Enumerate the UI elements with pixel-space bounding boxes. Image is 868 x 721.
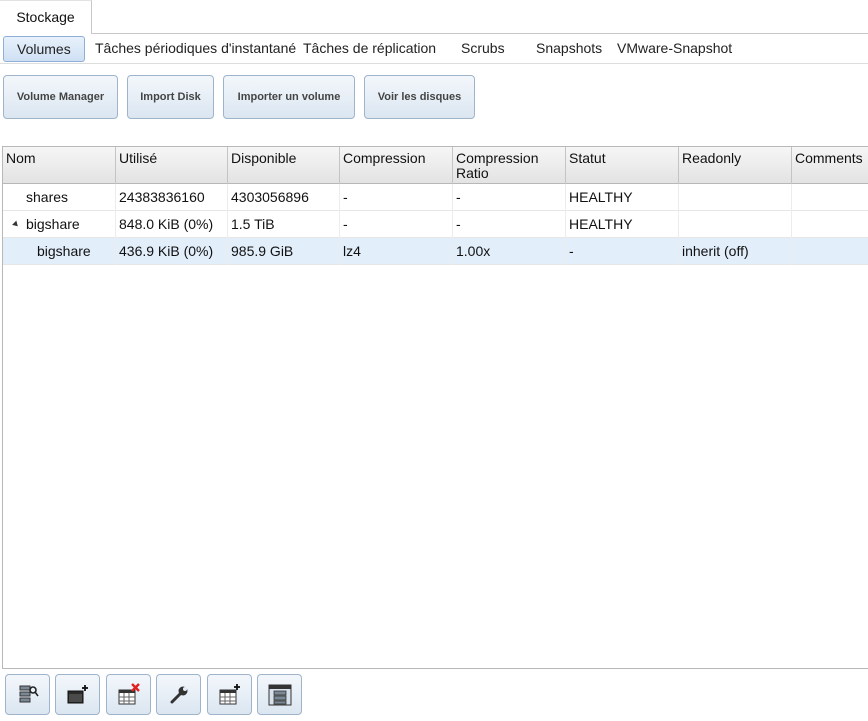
create-dataset-button[interactable] bbox=[55, 674, 100, 715]
cell-readonly bbox=[679, 184, 792, 211]
import-disk-button[interactable]: Import Disk bbox=[127, 75, 214, 119]
top-tab-strip: Stockage bbox=[0, 0, 868, 35]
cell-compression-ratio: 1.00x bbox=[453, 238, 566, 265]
cell-comments bbox=[792, 211, 868, 238]
cell-comments bbox=[792, 184, 868, 211]
view-disks-button[interactable]: Voir les disques bbox=[364, 75, 475, 119]
cell-compression-ratio: - bbox=[453, 211, 566, 238]
volume-status-icon bbox=[268, 684, 292, 706]
cell-status: - bbox=[566, 238, 679, 265]
column-header-comments[interactable]: Comments bbox=[792, 147, 868, 184]
tab-vmware-snapshot[interactable]: VMware-Snapshot bbox=[617, 34, 732, 64]
tab-stockage[interactable]: Stockage bbox=[0, 0, 92, 35]
volumes-table: Nom Utilisé Disponible Compression Compr… bbox=[2, 146, 868, 669]
table-header: Nom Utilisé Disponible Compression Compr… bbox=[3, 147, 868, 184]
cell-status: HEALTHY bbox=[566, 184, 679, 211]
cell-compression: lz4 bbox=[340, 238, 453, 265]
cell-compression: - bbox=[340, 211, 453, 238]
cell-comments bbox=[792, 238, 868, 265]
detach-volume-button[interactable] bbox=[5, 674, 50, 715]
tab-periodic-snapshot-tasks[interactable]: Tâches périodiques d'instantané bbox=[95, 34, 296, 64]
cell-used: 436.9 KiB (0%) bbox=[116, 238, 228, 265]
create-zvol-icon bbox=[219, 684, 240, 705]
cell-available: 1.5 TiB bbox=[228, 211, 340, 238]
import-volume-button[interactable]: Importer un volume bbox=[223, 75, 355, 119]
create-dataset-icon bbox=[67, 685, 88, 704]
column-header-compression[interactable]: Compression bbox=[340, 147, 453, 184]
column-header-readonly[interactable]: Readonly bbox=[679, 147, 792, 184]
destroy-volume-icon bbox=[118, 683, 140, 705]
column-header-status[interactable]: Statut bbox=[566, 147, 679, 184]
column-header-compression-ratio[interactable]: Compression Ratio bbox=[453, 147, 566, 184]
destroy-volume-button[interactable] bbox=[106, 674, 151, 715]
cell-status: HEALTHY bbox=[566, 211, 679, 238]
table-row[interactable]: shares 24383836160 4303056896 - - HEALTH… bbox=[3, 184, 868, 211]
tab-volumes[interactable]: Volumes bbox=[3, 36, 85, 62]
volume-manager-button[interactable]: Volume Manager bbox=[3, 75, 118, 119]
bottom-toolbar bbox=[0, 669, 868, 721]
tab-replication-tasks[interactable]: Tâches de réplication bbox=[303, 34, 436, 64]
tab-scrubs[interactable]: Scrubs bbox=[461, 34, 505, 64]
column-header-available[interactable]: Disponible bbox=[228, 147, 340, 184]
cell-used: 848.0 KiB (0%) bbox=[116, 211, 228, 238]
column-header-name[interactable]: Nom bbox=[3, 147, 116, 184]
column-header-used[interactable]: Utilisé bbox=[116, 147, 228, 184]
cell-name: bigshare bbox=[3, 211, 116, 238]
cell-available: 4303056896 bbox=[228, 184, 340, 211]
table-row-selected[interactable]: bigshare 436.9 KiB (0%) 985.9 GiB lz4 1.… bbox=[3, 238, 868, 265]
volume-status-button[interactable] bbox=[257, 674, 302, 715]
sub-tab-bar: Volumes Tâches périodiques d'instantané … bbox=[0, 34, 868, 64]
cell-used: 24383836160 bbox=[116, 184, 228, 211]
cell-readonly: inherit (off) bbox=[679, 238, 792, 265]
cell-available: 985.9 GiB bbox=[228, 238, 340, 265]
tab-snapshots[interactable]: Snapshots bbox=[536, 34, 602, 64]
cell-compression: - bbox=[340, 184, 453, 211]
cell-compression-ratio: - bbox=[453, 184, 566, 211]
cell-name: shares bbox=[3, 184, 116, 211]
wrench-icon bbox=[170, 686, 188, 704]
detach-volume-icon bbox=[19, 685, 39, 703]
cell-readonly bbox=[679, 211, 792, 238]
create-zvol-button[interactable] bbox=[207, 674, 252, 715]
cell-name: bigshare bbox=[3, 238, 116, 265]
edit-options-button[interactable] bbox=[156, 674, 201, 715]
table-row[interactable]: bigshare 848.0 KiB (0%) 1.5 TiB - - HEAL… bbox=[3, 211, 868, 238]
